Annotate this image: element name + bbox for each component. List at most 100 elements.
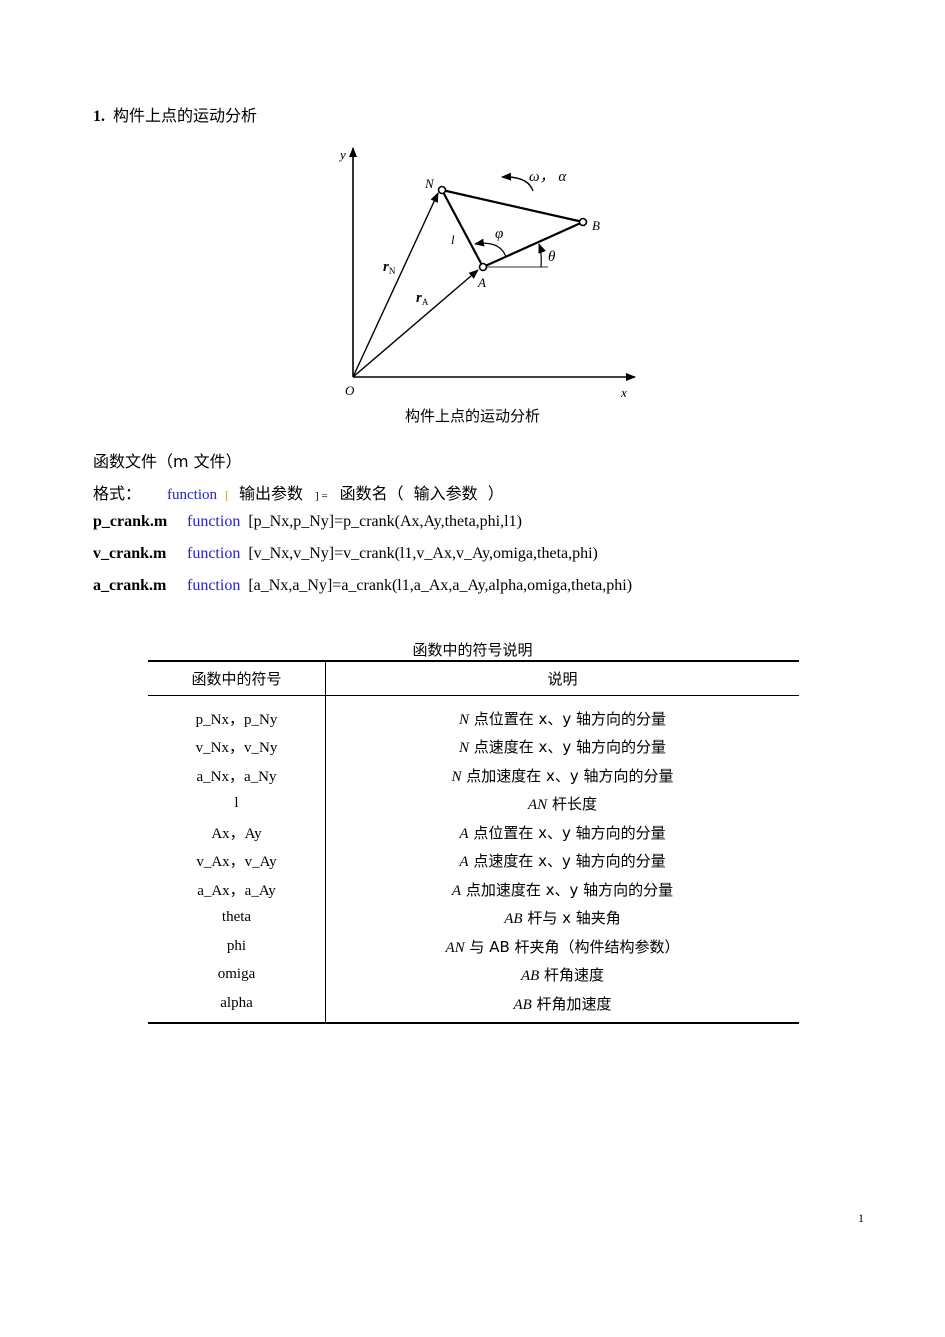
- column-header-symbol: 函数中的符号: [148, 661, 326, 696]
- function-signature: [v_Nx,v_Ny]=v_crank(l1,v_Ax,v_Ay,omiga,t…: [248, 545, 598, 562]
- description-text: 点加速度在 x、y 轴方向的分量: [461, 880, 674, 899]
- description-cell: A 点加速度在 x、y 轴方向的分量: [326, 875, 800, 904]
- description-subject: N: [458, 740, 469, 757]
- description-subject: N: [458, 711, 469, 728]
- description-text: 杆角速度: [539, 966, 605, 985]
- description-text: 杆长度: [547, 795, 597, 814]
- joint-B: [578, 217, 588, 227]
- symbol-cell: alpha: [148, 989, 326, 1024]
- function-row: p_crank.m function [p_Nx,p_Ny]=p_crank(Ax…: [93, 513, 522, 531]
- page-number: 1: [858, 1211, 864, 1225]
- format-output: 输出参数: [239, 484, 304, 503]
- description-cell: N 点位置在 x、y 轴方向的分量: [326, 696, 800, 733]
- format-close: ）: [487, 484, 504, 503]
- table-row: theta AB 杆与 x 轴夹角: [148, 903, 800, 933]
- label-r-A: rA: [416, 290, 429, 307]
- function-file: v_crank.m: [93, 545, 167, 562]
- column-header-description: 说明: [325, 661, 799, 696]
- section-title: 构件上点的运动分析: [113, 106, 258, 125]
- description-subject: N: [451, 768, 462, 785]
- format-line: 格式： function [ 输出参数 ] = 函数名（ 输入参数 ）: [93, 480, 504, 504]
- description-cell: A 点速度在 x、y 轴方向的分量: [326, 847, 800, 876]
- vector-r-A: [352, 269, 479, 378]
- theta-arc: [538, 243, 546, 268]
- symbol-cell: a_Ax，a_Ay: [148, 875, 326, 904]
- symbol-table: 函数中的符号 说明 p_Nx，p_Ny N 点位置在 x、y 轴方向的分量 v_Nx…: [148, 660, 799, 1024]
- description-cell: N 点加速度在 x、y 轴方向的分量: [326, 761, 800, 790]
- function-keyword: function: [187, 545, 241, 562]
- table-row: a_Ax，a_Ay A 点加速度在 x、y 轴方向的分量: [148, 875, 799, 904]
- link-NA: [441, 189, 484, 268]
- symbol-cell: Ax，Ay: [148, 818, 326, 847]
- description-subject: AB: [513, 996, 532, 1013]
- table-row: v_Nx，v_Ny N 点速度在 x、y 轴方向的分量: [148, 732, 800, 762]
- function-row: a_crank.m function [a_Nx,a_Ny]=a_crank(l1…: [93, 577, 632, 595]
- section-heading: 1. 构件上点的运动分析: [93, 102, 257, 126]
- description-text: 杆角加速度: [531, 994, 612, 1013]
- label-origin: O: [345, 383, 355, 398]
- description-cell: N 点速度在 x、y 轴方向的分量: [326, 733, 800, 762]
- table-row: phi AN 与 AB 杆夹角（构件结构参数）: [148, 932, 799, 961]
- description-subject: A: [459, 825, 469, 842]
- description-cell: AB 杆角加速度: [325, 989, 799, 1024]
- label-theta: θ: [548, 249, 556, 265]
- table-row: a_Nx，a_Ny N 点加速度在 x、y 轴方向的分量: [148, 761, 799, 790]
- function-signature: [a_Nx,a_Ny]=a_crank(l1,a_Ax,a_Ay,alpha,o…: [248, 577, 633, 594]
- label-N: N: [424, 176, 435, 191]
- joint-N: [437, 185, 447, 195]
- description-text: 点位置在 x、y 轴方向的分量: [468, 709, 667, 728]
- description-cell: AB 杆与 x 轴夹角: [326, 904, 800, 933]
- function-keyword: function: [187, 513, 241, 530]
- description-subject: A: [459, 854, 469, 871]
- function-file: p_crank.m: [93, 513, 168, 530]
- description-text: 点加速度在 x、y 轴方向的分量: [461, 766, 674, 785]
- vector-r-N: [352, 192, 439, 378]
- label-A: A: [477, 275, 486, 290]
- description-text: 点速度在 x、y 轴方向的分量: [468, 852, 666, 871]
- table-row: omiga AB 杆角速度: [148, 960, 800, 990]
- table-row: v_Ax，v_Ay A 点速度在 x、y 轴方向的分量: [148, 846, 800, 876]
- kinematics-diagram: y x O N A B l φ θ ω， α rN rA: [338, 147, 636, 400]
- format-left-bracket: [: [225, 488, 230, 502]
- description-subject: AB: [520, 968, 540, 985]
- label-B: B: [592, 218, 600, 233]
- label-phi: φ: [495, 226, 503, 242]
- label-l: l: [451, 232, 455, 247]
- label-r-N: rN: [383, 259, 396, 276]
- symbol-cell: v_Nx，v_Ny: [148, 732, 326, 761]
- table-title: 函数中的符号说明: [412, 641, 533, 659]
- description-cell: AN 与 AB 杆夹角（构件结构参数）: [326, 932, 800, 961]
- function-signature: [p_Nx,p_Ny]=p_crank(Ax,Ay,theta,phi,l1): [248, 513, 522, 530]
- table-row: l AN 杆长度: [148, 789, 799, 818]
- function-keyword: function: [187, 577, 241, 594]
- description-subject: AN: [528, 797, 548, 814]
- figure-caption: 构件上点的运动分析: [404, 407, 540, 425]
- symbol-cell: l: [148, 789, 326, 818]
- label-y: y: [338, 147, 346, 162]
- phi-arc: [474, 238, 507, 258]
- format-keyword: function: [167, 487, 218, 503]
- description-cell: A 点位置在 x、y 轴方向的分量: [326, 818, 800, 847]
- format-label: 格式：: [93, 484, 142, 503]
- table-row: Ax，Ay A 点位置在 x、y 轴方向的分量: [148, 818, 799, 847]
- label-x: x: [620, 385, 627, 400]
- description-subject: A: [451, 882, 462, 899]
- format-input: 输入参数: [413, 484, 478, 503]
- description-subject: AB: [504, 911, 523, 928]
- description-text: 点速度在 x、y 轴方向的分量: [468, 738, 667, 757]
- symbol-cell: p_Nx，p_Ny: [148, 695, 326, 733]
- symbol-cell: theta: [148, 903, 326, 932]
- symbol-cell: omiga: [148, 960, 326, 989]
- function-row: v_crank.m function [v_Nx,v_Ny]=v_crank(l1…: [93, 545, 598, 563]
- symbol-cell: phi: [148, 932, 326, 961]
- format-name: 函数名（: [339, 484, 404, 503]
- description-cell: AB 杆角速度: [326, 961, 800, 990]
- table-row: alpha AB 杆角加速度: [148, 989, 799, 1024]
- function-file: a_crank.m: [93, 577, 167, 594]
- symbol-cell: a_Nx，a_Ny: [148, 761, 326, 790]
- label-omega-alpha: ω， α: [529, 169, 567, 185]
- link-NB: [441, 188, 584, 224]
- joint-A: [478, 262, 488, 272]
- table-row: p_Nx，p_Ny N 点位置在 x、y 轴方向的分量: [148, 695, 800, 733]
- format-right-bracket: ] =: [315, 490, 328, 502]
